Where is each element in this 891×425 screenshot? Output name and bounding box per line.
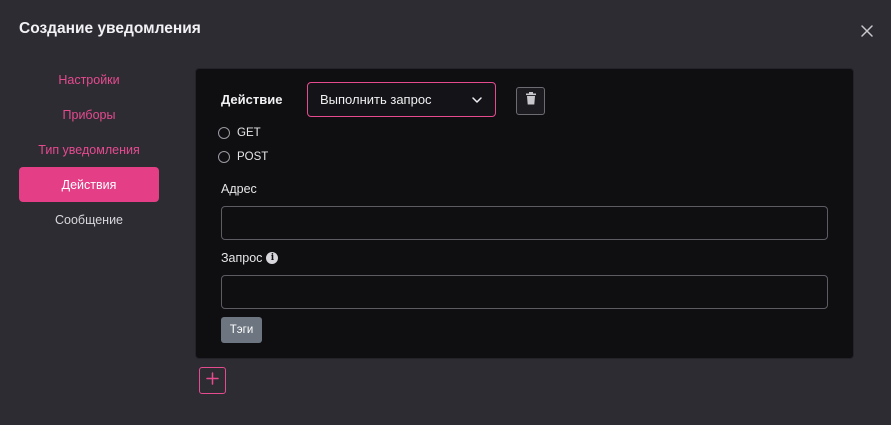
sidebar-item-message[interactable]: Сообщение [19, 202, 159, 237]
sidebar-item-label: Приборы [62, 107, 116, 122]
plus-icon [206, 371, 219, 390]
radio-circle [218, 127, 230, 139]
close-button[interactable] [858, 22, 876, 40]
sidebar-item-settings[interactable]: Настройки [19, 62, 159, 97]
sidebar-nav: Настройки Приборы Тип уведомления Действ… [19, 62, 159, 237]
method-post-label: POST [237, 151, 269, 163]
add-action-button[interactable] [199, 367, 226, 394]
sidebar-item-label: Сообщение [54, 212, 124, 227]
request-label: Запрос i [221, 251, 279, 265]
sidebar-item-label: Настройки [58, 72, 120, 87]
sidebar-item-label: Тип уведомления [38, 142, 140, 157]
radio-circle [218, 151, 230, 163]
sidebar-item-actions[interactable]: Действия [19, 167, 159, 202]
request-input[interactable] [221, 275, 828, 309]
address-label: Адрес [221, 182, 257, 196]
method-get-radio[interactable]: GET [218, 127, 261, 139]
request-label-text: Запрос [221, 251, 263, 265]
action-type-select[interactable]: Выполнить запрос [307, 82, 496, 117]
address-input[interactable] [221, 206, 828, 240]
sidebar-item-devices[interactable]: Приборы [19, 97, 159, 132]
close-icon [858, 22, 876, 40]
address-label-text: Адрес [221, 182, 257, 196]
action-card: Действие Выполнить запрос GET POST Адрес… [195, 68, 854, 359]
modal-title: Создание уведомления [19, 20, 201, 37]
trash-icon [525, 92, 537, 110]
info-icon[interactable]: i [266, 252, 279, 264]
sidebar-item-label: Действия [61, 177, 117, 192]
sidebar-item-notification-type[interactable]: Тип уведомления [19, 132, 159, 167]
delete-action-button[interactable] [516, 87, 545, 115]
action-label: Действие [221, 92, 283, 107]
tags-button-label: Тэги [229, 324, 254, 336]
tags-button[interactable]: Тэги [221, 317, 262, 343]
chevron-down-icon [471, 94, 483, 109]
method-get-label: GET [237, 127, 261, 139]
method-post-radio[interactable]: POST [218, 151, 268, 163]
action-select-value: Выполнить запрос [320, 92, 432, 107]
